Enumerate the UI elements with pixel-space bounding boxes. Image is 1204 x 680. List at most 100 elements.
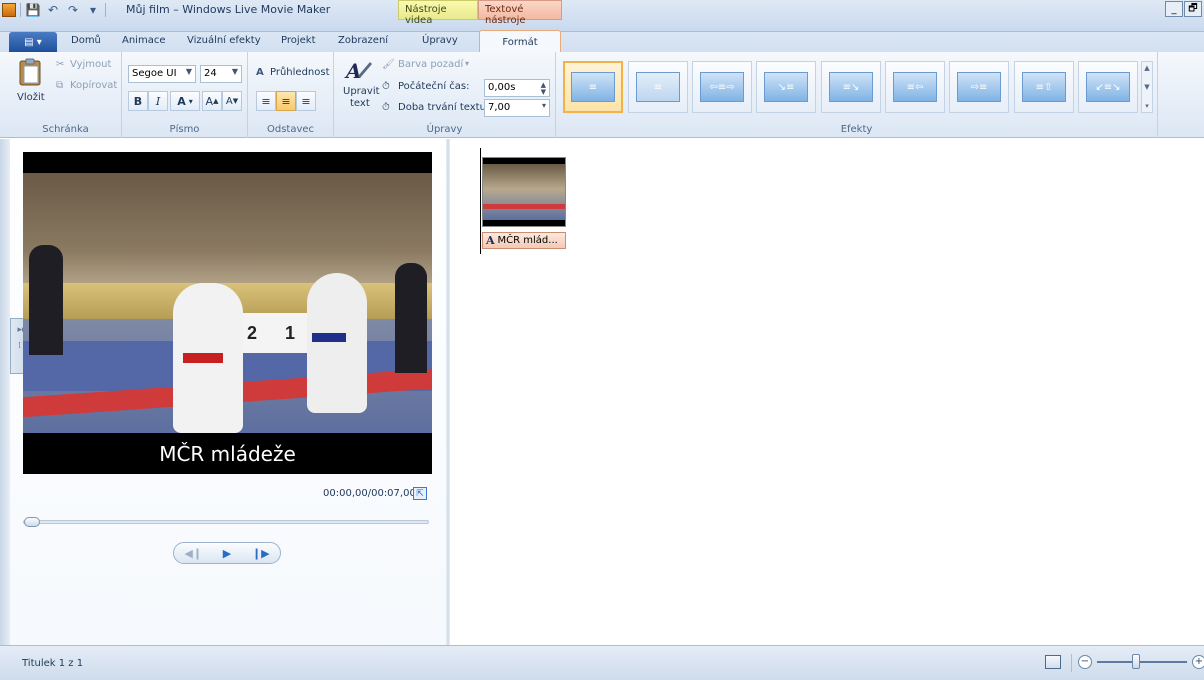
zoom-slider[interactable] [1097, 661, 1187, 663]
grow-font-icon: ▲ [213, 97, 219, 105]
bold-button[interactable]: B [128, 91, 148, 111]
tab-animations[interactable]: Animace [122, 35, 165, 46]
minimize-button[interactable]: _ [1165, 1, 1183, 17]
italic-button[interactable]: I [148, 91, 168, 111]
scissors-icon: ✂ [56, 59, 65, 70]
status-separator [1071, 654, 1072, 672]
redo-icon[interactable]: ↷ [65, 2, 81, 18]
effect-zoom[interactable]: ↙≡↘ [1078, 61, 1138, 113]
tab-project[interactable]: Projekt [281, 35, 316, 46]
stopwatch-icon: ⏱ [382, 81, 390, 92]
grow-font-button[interactable]: A ▲ [202, 91, 222, 111]
align-left-icon: ≡ [261, 94, 271, 108]
tab-edit[interactable]: Úpravy [422, 35, 458, 46]
file-menu-button[interactable]: ▤ ▾ [9, 32, 57, 52]
chevron-down-icon: ▾ [541, 101, 546, 110]
clip-thumbnail-frame [483, 164, 565, 220]
cut-label: Vyjmout [70, 59, 112, 70]
podium-number: 1 [284, 322, 295, 343]
chevron-down-icon: ▾ [188, 96, 193, 106]
align-right-button[interactable]: ≡ [296, 91, 316, 111]
zoom-slider-thumb[interactable] [1132, 654, 1140, 669]
restore-button[interactable]: 🗗 [1184, 1, 1202, 17]
frame-podium: 2 1 [233, 313, 309, 353]
copy-label: Kopírovat [70, 80, 118, 91]
clip-thumbnail[interactable] [482, 157, 566, 227]
tab-home[interactable]: Domů [71, 35, 101, 46]
effect-swing[interactable]: ↘≡ [756, 61, 816, 113]
customize-qat-icon[interactable]: ▾ [85, 2, 101, 18]
shrink-font-button[interactable]: A ▼ [222, 91, 242, 111]
transparency-button[interactable]: A Průhlednost [256, 66, 332, 82]
effect-none-icon: ≡ [571, 72, 615, 102]
seek-bar[interactable] [23, 517, 429, 527]
save-icon[interactable]: 💾 [25, 2, 41, 18]
paste-label: Vložit [17, 92, 45, 103]
font-group: Segoe UI ▼ 24 ▼ B I A ▾ A ▲ A ▼ Písmo [122, 52, 248, 138]
chevron-down-icon: ▾ [465, 59, 470, 68]
effect-scroll-left[interactable]: ⇦≡⇨ [692, 61, 752, 113]
effect-none[interactable]: ≡ [563, 61, 623, 113]
paragraph-group-label: Odstavec [266, 124, 315, 135]
font-group-label: Písmo [169, 124, 200, 135]
text-caption-icon: A [486, 234, 495, 247]
app-icon[interactable] [2, 3, 16, 17]
effect-swing-icon: ↘≡ [764, 72, 808, 102]
copy-button[interactable]: ⧉ Kopírovat [56, 79, 122, 95]
chevron-down-icon: ▼ [185, 67, 192, 76]
zoom-out-button[interactable]: − [1078, 655, 1092, 669]
font-size-value: 24 [204, 68, 217, 79]
background-color-label: Barva pozadí [398, 59, 464, 70]
frame-fighter-belt [312, 333, 346, 342]
play-icon[interactable]: ▶ [223, 547, 231, 560]
adjust-group-label: Úpravy [426, 124, 463, 135]
align-center-button[interactable]: ≡ [276, 91, 296, 111]
caption-clip-label[interactable]: A MČR mlád... [482, 232, 566, 249]
cut-button[interactable]: ✂ Vyjmout [56, 58, 118, 74]
fullscreen-button[interactable]: ⇱ [413, 487, 427, 500]
next-frame-icon[interactable]: ❙▶ [252, 547, 270, 560]
align-left-button[interactable]: ≡ [256, 91, 276, 111]
clipboard-group-label: Schránka [42, 124, 89, 135]
effect-fly-in[interactable]: ≡↘ [821, 61, 881, 113]
background-color-button[interactable]: 🖌 Barva pozadí ▾ [382, 58, 482, 74]
tab-view[interactable]: Zobrazení [338, 35, 388, 46]
undo-icon[interactable]: ↶ [45, 2, 61, 18]
effect-fade[interactable]: ≡ [628, 61, 688, 113]
effect-rise-up[interactable]: ≡⇧ [1014, 61, 1074, 113]
edit-text-button[interactable]: A Upravit text [342, 58, 380, 118]
font-color-button[interactable]: A ▾ [170, 91, 200, 111]
storyboard-view-icon[interactable] [1045, 655, 1061, 669]
effects-gallery-scroll[interactable]: ▲ ▼ ▾ [1141, 61, 1153, 113]
paragraph-group: A Průhlednost ≡ ≡ ≡ Odstavec [248, 52, 334, 138]
timecode: 00:00,00/00:07,00 [323, 488, 416, 499]
ribbon: Vložit ✂ Vyjmout ⧉ Kopírovat Schránka Se… [0, 52, 1204, 138]
adjust-group: A Upravit text 🖌 Barva pozadí ▾ ⏱ Počáte… [334, 52, 556, 138]
chevron-down-icon: ▼ [1144, 83, 1150, 91]
fullscreen-icon: ⇱ [416, 488, 424, 499]
font-size-select[interactable]: 24 ▼ [200, 65, 242, 83]
paste-button[interactable]: Vložit [17, 58, 45, 110]
stopwatch-icon: ⏱ [382, 102, 390, 113]
effect-slide-left[interactable]: ≡⇦ [885, 61, 945, 113]
paste-icon [19, 58, 41, 86]
shrink-font-label: A [225, 95, 233, 107]
duration-select[interactable]: 7,00 ▾ [484, 99, 550, 117]
effects-group-label: Efekty [840, 124, 873, 135]
svg-text:A: A [344, 59, 362, 82]
zoom-in-button[interactable]: + [1192, 655, 1204, 669]
effect-scroll-left-icon: ⇦≡⇨ [700, 72, 744, 102]
effect-slide-right[interactable]: ⇨≡ [949, 61, 1009, 113]
edit-text-label-line1: Upravit [343, 86, 380, 97]
video-preview[interactable]: 2 1 MČR mládeže [23, 152, 432, 474]
seek-thumb[interactable] [24, 517, 40, 527]
grow-font-label: A [205, 94, 214, 108]
font-family-select[interactable]: Segoe UI ▼ [128, 65, 196, 83]
tab-visual-effects[interactable]: Vizuální efekty [187, 35, 261, 46]
start-time-stepper[interactable]: 0,00s ▲ ▼ [484, 79, 550, 97]
tab-format[interactable]: Formát [479, 30, 561, 53]
transparency-label: Průhlednost [270, 67, 330, 78]
chevron-up-icon: ▲ [1144, 64, 1150, 72]
effect-fade-icon: ≡ [636, 72, 680, 102]
previous-frame-icon[interactable]: ◀❙ [184, 547, 202, 560]
